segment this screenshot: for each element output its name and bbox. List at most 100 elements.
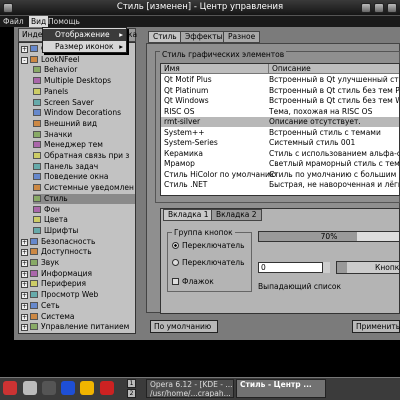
style-row[interactable]: Мрамор Светлый мраморный стиль с темами [161,159,399,169]
menu-file[interactable]: Файл [1,16,26,27]
close-button[interactable] [387,3,397,13]
minimize-button[interactable] [361,3,371,13]
menu-help[interactable]: Помощь [46,16,82,27]
tree-item-label: Сеть [41,300,60,310]
tree-item[interactable]: Шрифты [33,226,135,236]
dropdown-arrow-icon[interactable] [337,262,347,273]
style-row[interactable]: RISC OS Тема, похожая на RISC OS [161,106,399,117]
tree-item[interactable]: Цвета [33,215,135,225]
tree-item[interactable]: + Просмотр Web [21,290,98,300]
tree-item[interactable]: Behavior [33,65,135,75]
expand-icon[interactable]: + [21,324,28,332]
tree-item[interactable]: Внешний вид [33,119,135,129]
task-opera[interactable]: Opera 6.12 - [KDE - ...]/usr/home/...cra… [146,379,234,398]
style-row[interactable]: System++ Встроенный стиль с темами [161,128,399,138]
tree-item[interactable]: + Система [21,312,74,322]
expand-icon[interactable]: + [21,260,28,267]
preview-radio-2[interactable]: Переключатель [172,258,245,267]
style-name: Qt Windows [164,96,209,105]
tree-item[interactable]: Screen Saver [33,98,135,108]
apply-button[interactable]: Применить [352,320,400,333]
tree-item[interactable]: Системные уведомлен [33,183,135,193]
desktop-icon[interactable] [23,381,37,395]
collapse-icon[interactable]: - [21,56,28,64]
tab-misc[interactable]: Разное [223,31,261,43]
tree-item[interactable]: + Управление питанием [21,322,129,332]
column-header-description[interactable]: Описание [269,64,399,74]
tree-item[interactable]: Фон [33,205,135,215]
style-row[interactable]: Qt Motif Plus Встроенный в Qt улучшенный … [161,75,399,85]
tree-item[interactable]: Стиль [33,193,135,204]
module-icon [33,98,41,106]
style-row[interactable]: Qt Windows Встроенный в Qt стиль без тем … [161,96,399,106]
pager-desktop-1[interactable]: 1 [127,379,136,388]
module-tree[interactable]: + Система - LookNFeelBehaviorMultiple Deskt… [18,42,136,334]
maximize-button[interactable] [374,3,384,13]
preview-checkbox[interactable]: Флажок [172,277,214,286]
preview-tab-1[interactable]: Вкладка 1 [163,209,214,221]
help-icon[interactable] [100,381,114,395]
tree-item[interactable]: + Доступность [21,247,92,257]
style-row[interactable]: Керамика Стиль с использованием альфа-сме [161,148,400,159]
kde-menu-icon[interactable] [3,381,17,395]
terminal-icon[interactable] [42,381,56,395]
module-icon [30,323,38,331]
style-row[interactable]: System-Series Системный стиль 001 [161,138,399,148]
style-description: Описание отсутствует. [269,117,361,126]
expand-icon[interactable]: + [21,281,28,289]
tree-item[interactable]: + Звук [21,258,59,268]
tree-item[interactable]: + Безопасность [21,237,95,247]
expand-icon[interactable]: + [21,46,28,53]
expand-icon[interactable]: + [21,292,28,300]
column-header-name[interactable]: Имя [161,64,269,74]
tree-item-label: Behavior [44,65,78,75]
style-row[interactable]: rmt-silver Описание отсутствует. [161,117,399,127]
style-name: System-Series [164,138,218,147]
defaults-button[interactable]: По умолчанию [150,320,218,333]
preview-tab-2[interactable]: Вкладка 2 [211,209,262,221]
expand-icon[interactable]: + [21,313,28,321]
tree-item[interactable]: + Сеть [21,301,60,311]
tree-item[interactable]: Window Decorations [33,108,135,118]
style-row[interactable]: Стиль .NET Быстрая, не навороченная и лёг… [161,180,399,190]
module-icon [33,205,41,213]
expand-icon[interactable]: + [21,302,28,310]
expand-icon[interactable]: + [21,249,28,257]
home-folder-icon[interactable] [80,381,94,395]
style-description: Стиль с использованием альфа-сме [269,148,400,158]
preview-radio-1[interactable]: Переключатель [172,241,245,250]
tree-item[interactable]: Менеджер тем [33,140,135,150]
expand-icon[interactable]: + [21,238,28,246]
menu-item-label: Отображение [55,30,110,39]
module-icon [33,152,41,159]
menu-item-icon-size[interactable]: Размер иконок ▸ [43,41,126,53]
tree-item[interactable]: Значки [33,130,135,140]
tree-item[interactable]: - LookNFeel [21,55,79,65]
style-description: Тема, похожая на RISC OS [269,106,373,116]
browser-icon[interactable] [61,381,75,395]
pager-desktop-2[interactable]: 2 [127,389,136,398]
tree-item[interactable]: Multiple Desktops [33,76,135,86]
preview-combobox[interactable]: Выпадающий список [258,282,341,291]
menu-item-display[interactable]: Отображение ▸ [43,29,126,41]
tree-item[interactable]: + Периферия [21,279,86,289]
tab-effects[interactable]: Эффекты [180,31,228,43]
tree-item[interactable]: Панель задач [33,162,135,172]
tree-item[interactable]: Поведение окна [33,172,135,182]
tree-item[interactable]: + Информация [21,269,92,279]
spinbox-arrows-icon[interactable] [322,262,330,273]
style-row[interactable]: Стиль HiColor по умолчанию Стиль по умолч… [161,170,399,180]
module-icon [30,55,38,63]
module-icon [33,66,41,74]
style-list[interactable]: Имя Описание Qt Motif Plus Встроенный в Q… [160,63,400,196]
checkbox-icon [172,278,179,285]
module-icon [33,216,41,224]
task-control-center[interactable]: Стиль - Центр ... [236,379,326,398]
expand-icon[interactable]: + [21,270,28,278]
tab-style[interactable]: Стиль [148,31,182,43]
preview-spinbox[interactable]: 0 [258,262,330,273]
style-row[interactable]: Qt Platinum Встроенный в Qt стиль без тем… [161,86,399,96]
tree-item[interactable]: Panels [33,87,135,97]
tree-item[interactable]: Обратная связь при з [33,151,135,161]
radio-label: Переключатель [182,258,245,267]
